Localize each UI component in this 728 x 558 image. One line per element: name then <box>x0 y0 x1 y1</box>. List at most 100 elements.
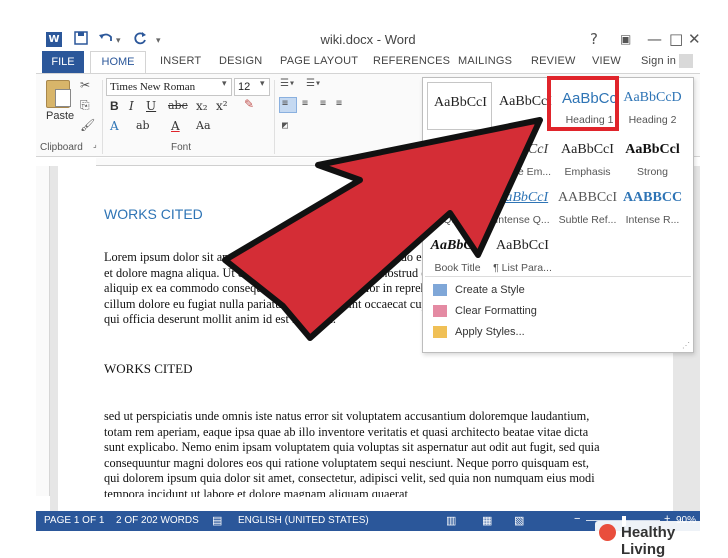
bold-button[interactable]: B <box>110 99 119 113</box>
font-name-select[interactable]: Times New Roman <box>106 78 232 96</box>
chevron-down-icon[interactable]: ▾ <box>260 79 265 89</box>
style-name: Subtle Ref... <box>558 214 617 226</box>
ribbon-separator <box>102 80 103 154</box>
close-button[interactable]: ✕ <box>688 30 701 48</box>
resize-grip-icon[interactable]: ⋰ <box>682 341 690 350</box>
style-sample: AaBbCcD <box>623 90 682 105</box>
style-normal-expanded[interactable]: AaBbCcI <box>427 82 492 130</box>
proofing-icon[interactable]: ▤ <box>212 514 222 527</box>
style-name: Intense R... <box>625 214 680 226</box>
tab-design[interactable]: DESIGN <box>219 55 262 67</box>
style-subtitle[interactable]: Subtitle <box>425 134 490 182</box>
doc-heading-plain[interactable]: WORKS CITED <box>104 361 192 377</box>
style-sample: AABBCcI <box>557 190 618 205</box>
title-bar: W ▾ ▾ wiki.docx - Word ? ▣ — □ ✕ <box>36 27 701 53</box>
tab-review[interactable]: REVIEW <box>531 55 576 67</box>
copy-icon[interactable]: ⎘ <box>80 98 90 113</box>
eraser-icon <box>433 305 447 318</box>
strikethrough-button[interactable]: abc <box>168 99 188 112</box>
style-subtle-em[interactable]: AaBbCcI Subtle Em... <box>490 134 555 182</box>
tab-page-layout[interactable]: PAGE LAYOUT <box>280 55 358 67</box>
style-emphasis[interactable]: AaBbCcI Emphasis <box>555 134 620 182</box>
style-name: Strong <box>637 166 668 178</box>
style-name: Quote <box>443 214 472 226</box>
paste-button-label[interactable]: Paste <box>46 110 74 122</box>
align-center-icon[interactable]: ≡ <box>302 98 308 109</box>
print-layout-icon[interactable]: ▦ <box>482 514 492 527</box>
chevron-down-icon[interactable]: ▾ <box>222 79 227 89</box>
ribbon-tabs: FILE HOME INSERT DESIGN PAGE LAYOUT REFE… <box>36 51 700 73</box>
maximize-button[interactable]: □ <box>669 30 683 48</box>
tab-home[interactable]: HOME <box>90 51 146 73</box>
minimize-button[interactable]: — <box>647 30 662 48</box>
tab-view[interactable]: VIEW <box>592 55 621 67</box>
style-sample: AaBbCcI <box>496 238 549 253</box>
style-name: Heading 2 <box>628 114 677 126</box>
word-count[interactable]: 2 OF 202 WORDS <box>116 515 199 526</box>
style-sample: AaBbCcI <box>496 142 549 157</box>
doc-paragraph-2[interactable]: sed ut perspiciatis unde omnis iste natu… <box>104 409 604 497</box>
style-sample: AaBbCcI <box>496 190 549 205</box>
numbering-icon[interactable]: ☰▾ <box>306 78 321 89</box>
shading-icon[interactable]: ◩ <box>282 120 288 131</box>
create-style-action[interactable]: Create a Style <box>433 284 525 297</box>
cut-icon[interactable]: ✂ <box>80 78 90 92</box>
style-intense-r[interactable]: AABBCC Intense R... <box>620 182 685 230</box>
italic-button[interactable]: I <box>129 99 134 113</box>
font-group-label: Font <box>171 142 192 153</box>
horizontal-ruler[interactable] <box>96 158 426 166</box>
style-subtle-ref[interactable]: AABBCcI Subtle Ref... <box>555 182 620 230</box>
ribbon-separator <box>274 80 275 154</box>
smiley-feedback-icon[interactable] <box>679 54 693 68</box>
page-count[interactable]: PAGE 1 OF 1 <box>44 515 104 526</box>
tab-references[interactable]: REFERENCES <box>373 55 450 67</box>
change-case-button[interactable]: Aa <box>196 119 211 132</box>
tab-mailings[interactable]: MAILINGS <box>458 55 512 67</box>
subscript-button[interactable]: x₂ <box>196 99 208 113</box>
text-effects-button[interactable]: A <box>110 119 119 133</box>
vertical-ruler[interactable] <box>36 166 50 496</box>
style-name: Subtitle <box>439 166 476 178</box>
window-title: wiki.docx - Word <box>320 32 416 47</box>
web-layout-icon[interactable]: ▧ <box>514 514 524 527</box>
sign-in-link[interactable]: Sign in <box>641 55 676 67</box>
style-sample: AaBbCcI <box>430 238 485 253</box>
style-name: Emphasis <box>564 166 611 178</box>
language-indicator[interactable]: ENGLISH (UNITED STATES) <box>238 515 369 526</box>
format-painter-icon[interactable]: 🖌 <box>80 118 95 132</box>
tab-file[interactable]: FILE <box>42 51 84 73</box>
highlight-button[interactable]: ab <box>136 119 150 132</box>
style-sample: AaBbCcI <box>561 142 614 157</box>
justify-icon[interactable]: ≡ <box>336 98 342 109</box>
clipboard-icon[interactable] <box>46 80 71 108</box>
font-color-button[interactable]: A <box>171 119 180 133</box>
style-heading-2[interactable]: AaBbCcD Heading 2 <box>620 82 685 130</box>
watermark-text: Healthy Living <box>621 524 676 558</box>
superscript-button[interactable]: x² <box>216 99 228 113</box>
bullets-icon[interactable]: ☰▾ <box>280 78 295 89</box>
style-name: Book Title <box>434 262 481 274</box>
tab-insert[interactable]: INSERT <box>160 55 201 67</box>
create-style-icon <box>433 284 447 297</box>
style-intense-q[interactable]: AaBbCcI Intense Q... <box>490 182 555 230</box>
clipboard-group-label: Clipboard <box>40 142 83 153</box>
clear-formatting-icon[interactable]: ✎ <box>244 97 254 111</box>
underline-button[interactable]: U <box>146 99 156 113</box>
style-quote[interactable]: AaBbCcl Quote <box>425 182 490 230</box>
apply-styles-action[interactable]: Apply Styles... <box>433 326 525 339</box>
style-strong[interactable]: AaBbCcl Strong <box>620 134 685 182</box>
style-list-para[interactable]: AaBbCcI ¶ List Para... <box>490 230 555 278</box>
style-name: ¶ List Para... <box>493 262 552 274</box>
clear-formatting-action[interactable]: Clear Formatting <box>433 305 537 318</box>
heading-1-highlight <box>547 76 619 131</box>
help-button[interactable]: ? <box>590 30 598 48</box>
doc-heading-works-cited[interactable]: WORKS CITED <box>104 206 203 222</box>
zoom-out-icon[interactable]: − <box>574 513 580 525</box>
read-mode-icon[interactable]: ▥ <box>446 514 456 527</box>
align-right-icon[interactable]: ≡ <box>320 98 326 109</box>
style-sample: AaBbCcl <box>625 142 680 157</box>
clipboard-launcher-icon[interactable]: ⌟ <box>93 140 97 149</box>
style-book-title[interactable]: AaBbCcI Book Title <box>425 230 490 278</box>
restore-ribbon-icon[interactable]: ▣ <box>620 32 631 46</box>
style-sample: AABBCC <box>622 190 683 205</box>
